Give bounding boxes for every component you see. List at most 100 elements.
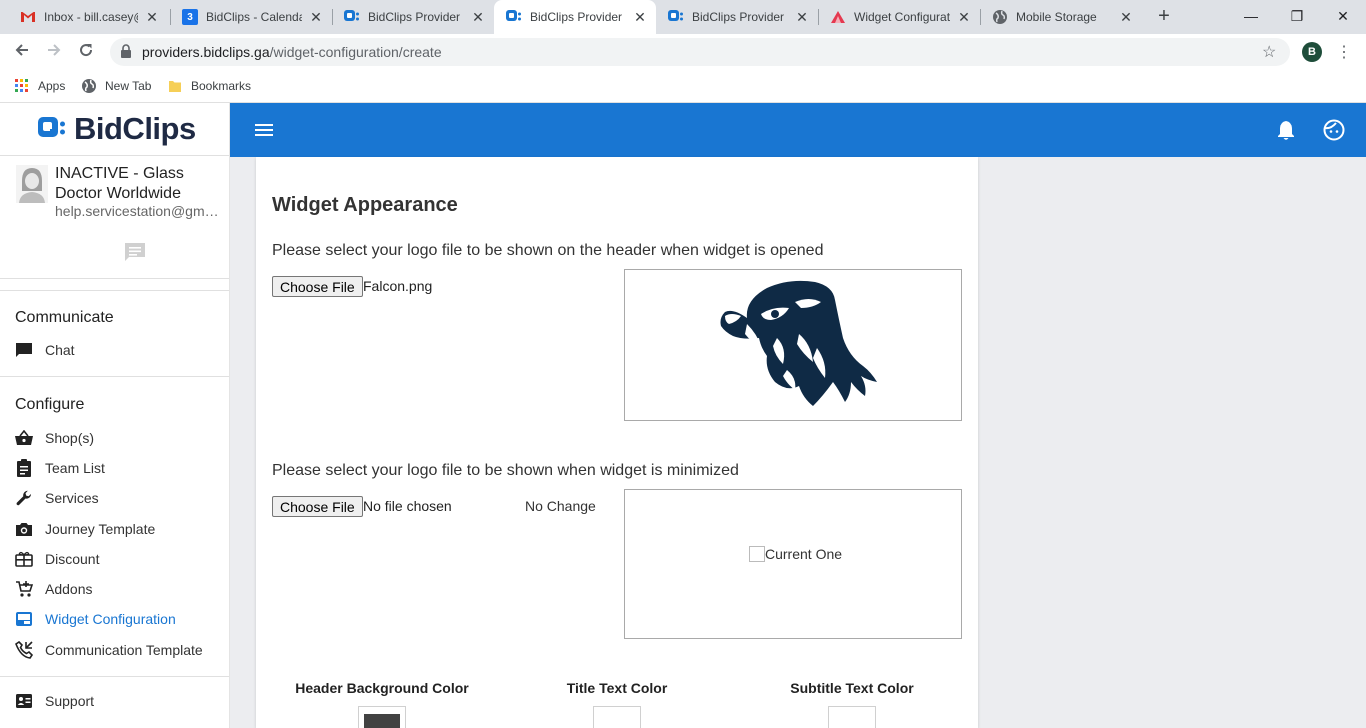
reload-icon bbox=[80, 44, 93, 57]
hamburger-menu-icon[interactable] bbox=[254, 121, 274, 139]
sidebar-item-discount[interactable]: Discount bbox=[15, 548, 225, 570]
gift-card-icon bbox=[15, 550, 33, 568]
apps-grid-icon bbox=[14, 78, 30, 94]
arrow-right-icon bbox=[48, 44, 61, 56]
color-swatch-fill bbox=[599, 714, 635, 728]
browser-tab-active[interactable]: BidClips Provider P ✕ bbox=[494, 0, 656, 34]
color-swatch-fill bbox=[364, 714, 400, 728]
camera-icon bbox=[15, 520, 33, 538]
falcon-logo-image bbox=[720, 280, 877, 406]
widget-icon bbox=[830, 9, 846, 25]
bookmark-star-icon[interactable]: ☆ bbox=[1262, 42, 1276, 62]
sidebar-item-journey-template[interactable]: Journey Template bbox=[15, 518, 225, 540]
tab-close-icon[interactable]: ✕ bbox=[144, 9, 160, 25]
calendar-icon: 3 bbox=[182, 9, 198, 25]
new-tab-button[interactable]: + bbox=[1152, 5, 1176, 29]
sidebar-item-chat[interactable]: Chat bbox=[15, 339, 225, 361]
title-text-color-label: Title Text Color bbox=[566, 680, 668, 696]
phone-callback-icon bbox=[15, 641, 33, 659]
header-logo-preview bbox=[624, 269, 962, 421]
account-name: INACTIVE - Glass Doctor Worldwide bbox=[55, 165, 184, 202]
bookmarks-bar: Apps New Tab Bookmarks bbox=[0, 70, 1366, 103]
reload-button[interactable] bbox=[72, 38, 100, 66]
choose-header-logo-button[interactable]: Choose File bbox=[272, 276, 363, 297]
subtitle-text-color-picker[interactable] bbox=[828, 706, 876, 728]
tab-close-icon[interactable]: ✕ bbox=[956, 9, 972, 25]
section-communicate: Communicate bbox=[15, 309, 114, 326]
widget-window-icon bbox=[15, 610, 33, 628]
browser-tab[interactable]: BidClips Provider P ✕ bbox=[332, 0, 494, 34]
browser-tab-strip: Inbox - bill.casey@ ✕ 3 BidClips - Calen… bbox=[0, 0, 1366, 34]
app-header bbox=[230, 103, 1366, 157]
title-text-color-picker[interactable] bbox=[593, 706, 641, 728]
header-logo-filename: Falcon.png bbox=[363, 278, 433, 294]
sidebar-item-team-list[interactable]: Team List bbox=[15, 457, 225, 479]
user-face-icon[interactable] bbox=[1323, 119, 1345, 141]
minimized-logo-prompt: Please select your logo file to be shown… bbox=[272, 462, 739, 479]
globe-icon bbox=[992, 9, 1008, 25]
close-window-button[interactable]: ✕ bbox=[1320, 2, 1366, 30]
browser-tab[interactable]: Mobile Storage ✕ bbox=[980, 0, 1142, 34]
add-to-cart-icon bbox=[15, 580, 33, 598]
header-logo-prompt: Please select your logo file to be shown… bbox=[272, 242, 824, 259]
browser-toolbar: providers.bidclips.ga/widget-configurati… bbox=[0, 34, 1366, 70]
tab-close-icon[interactable]: ✕ bbox=[470, 9, 486, 25]
choose-minimized-logo-button[interactable]: Choose File bbox=[272, 496, 363, 517]
tab-close-icon[interactable]: ✕ bbox=[632, 9, 648, 25]
bookmark-folder[interactable]: Bookmarks bbox=[167, 77, 251, 95]
shopping-basket-icon bbox=[15, 429, 33, 447]
profile-avatar[interactable]: B bbox=[1302, 42, 1322, 62]
notification-bell-icon[interactable] bbox=[1276, 119, 1296, 141]
folder-icon bbox=[167, 78, 183, 94]
brand-logo[interactable]: BidClips bbox=[38, 111, 196, 147]
sidebar: BidClips INACTIVE - Glass Doctor Worldwi… bbox=[0, 103, 230, 728]
bookmark-apps[interactable]: Apps bbox=[14, 77, 65, 95]
address-bar[interactable]: providers.bidclips.ga/widget-configurati… bbox=[110, 38, 1290, 66]
contact-card-icon bbox=[15, 692, 33, 710]
tab-close-icon[interactable]: ✕ bbox=[308, 9, 324, 25]
broken-image-icon bbox=[749, 546, 765, 562]
sidebar-item-services[interactable]: Services bbox=[15, 487, 225, 509]
bookmark-new-tab[interactable]: New Tab bbox=[81, 77, 151, 95]
browser-tab[interactable]: 3 BidClips - Calenda ✕ bbox=[170, 0, 332, 34]
browser-menu-icon[interactable]: ⋮ bbox=[1336, 42, 1352, 62]
clipboard-list-icon bbox=[15, 459, 33, 477]
sidebar-item-widget-configuration[interactable]: Widget Configuration bbox=[15, 608, 225, 630]
chat-icon bbox=[15, 341, 33, 359]
header-bg-color-label: Header Background Color bbox=[295, 680, 469, 696]
account-email: help.servicestation@gmail.com bbox=[55, 203, 220, 219]
browser-tab[interactable]: Widget Configurati ✕ bbox=[818, 0, 980, 34]
page-title: Widget Appearance bbox=[272, 194, 458, 216]
arrow-left-icon bbox=[15, 44, 28, 56]
sidebar-item-shops[interactable]: Shop(s) bbox=[15, 427, 225, 449]
browser-tab[interactable]: Inbox - bill.casey@ ✕ bbox=[8, 0, 168, 34]
minimized-logo-preview: Current One bbox=[624, 489, 962, 639]
tab-close-icon[interactable]: ✕ bbox=[1118, 9, 1134, 25]
sidebar-item-support[interactable]: Support bbox=[15, 690, 225, 712]
message-icon[interactable] bbox=[124, 242, 146, 262]
header-bg-color-picker[interactable] bbox=[358, 706, 406, 728]
minimize-window-button[interactable]: — bbox=[1228, 2, 1274, 30]
broken-image: Current One bbox=[749, 546, 842, 562]
restore-window-button[interactable]: ❐ bbox=[1274, 2, 1320, 30]
lock-icon bbox=[120, 43, 134, 61]
avatar[interactable] bbox=[16, 165, 48, 203]
widget-appearance-card: Widget Appearance Please select your log… bbox=[256, 157, 978, 728]
tab-close-icon[interactable]: ✕ bbox=[794, 9, 810, 25]
divider bbox=[0, 676, 229, 677]
divider bbox=[0, 155, 229, 156]
gmail-icon bbox=[20, 9, 36, 25]
browser-tab[interactable]: BidClips Provider P ✕ bbox=[656, 0, 818, 34]
minimized-logo-status: No Change bbox=[525, 498, 596, 514]
sidebar-item-communication-template[interactable]: Communication Template bbox=[15, 639, 225, 661]
back-button[interactable] bbox=[8, 38, 36, 66]
bidclips-icon bbox=[506, 9, 522, 25]
divider bbox=[0, 376, 229, 377]
bidclips-icon bbox=[668, 9, 684, 25]
subtitle-text-color-label: Subtitle Text Color bbox=[790, 680, 914, 696]
bidclips-icon bbox=[344, 9, 360, 25]
forward-button[interactable] bbox=[40, 38, 68, 66]
sidebar-item-addons[interactable]: Addons bbox=[15, 578, 225, 600]
globe-icon bbox=[81, 78, 97, 94]
wrench-icon bbox=[15, 489, 33, 507]
